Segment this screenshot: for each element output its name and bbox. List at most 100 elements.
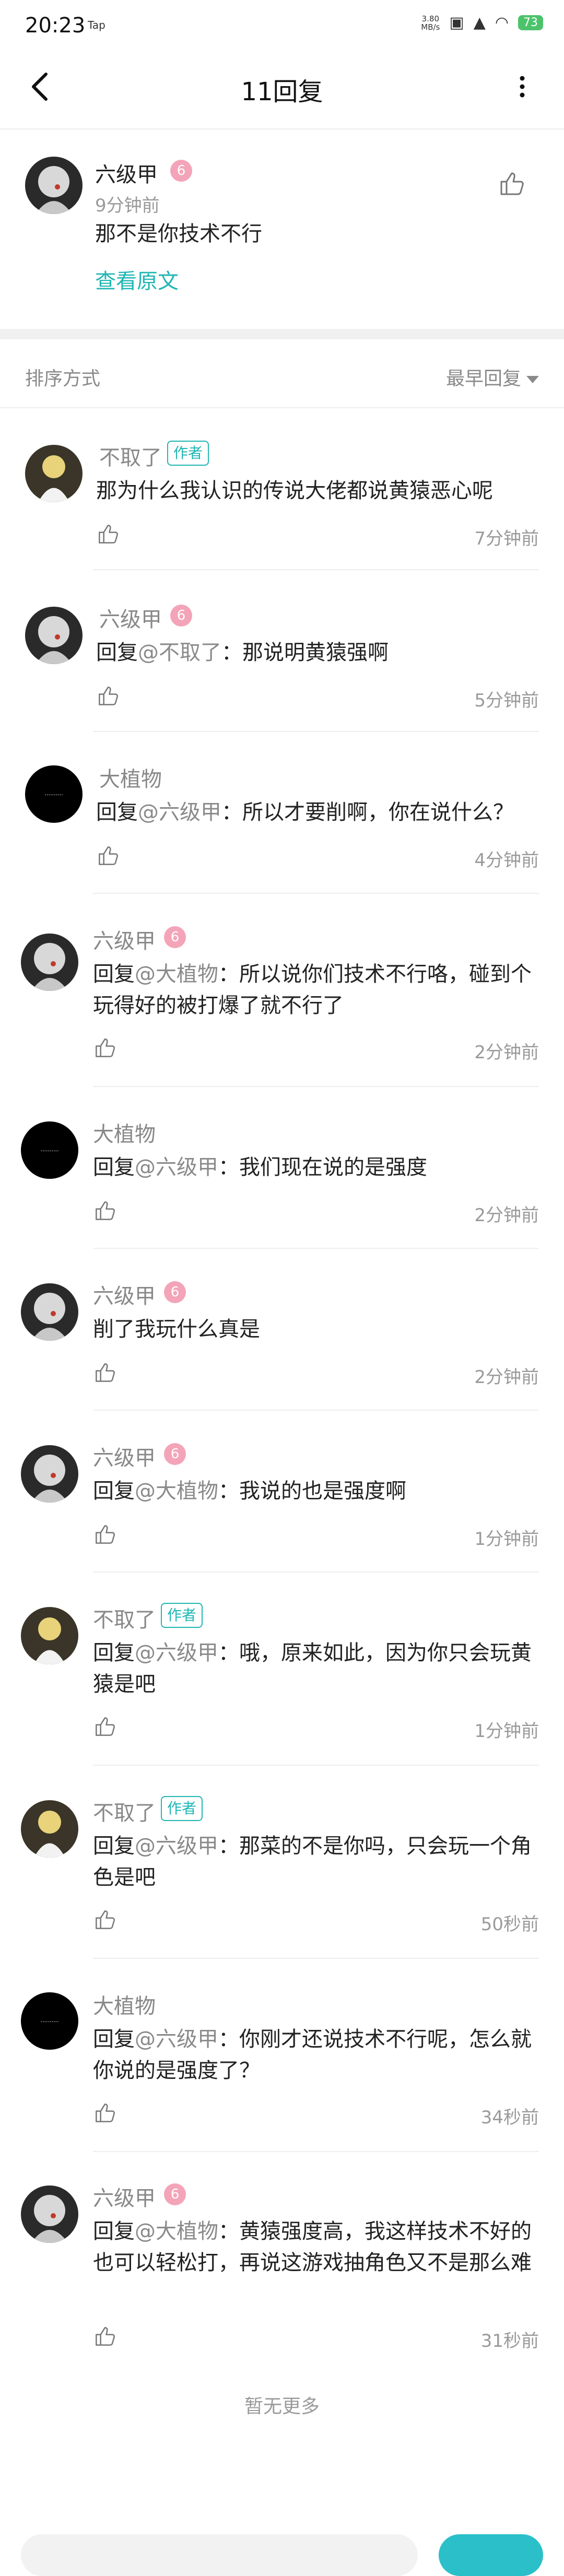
reply-mention[interactable]: @六级甲 bbox=[138, 800, 221, 824]
reply-username[interactable]: 不取了 bbox=[93, 1603, 156, 1633]
avatar[interactable] bbox=[21, 1800, 78, 1858]
like-button[interactable] bbox=[95, 521, 126, 552]
reply-time: 7分钟前 bbox=[474, 528, 539, 549]
bottom-bar bbox=[0, 2527, 564, 2576]
like-button[interactable] bbox=[92, 1521, 123, 1553]
avatar-image bbox=[21, 2185, 78, 2243]
reply-prefix: 回复 bbox=[93, 962, 135, 986]
reply-item: 六级甲 6 回复@不取了：那说明黄猿强啊 5分钟前 bbox=[0, 570, 564, 732]
like-button[interactable] bbox=[95, 683, 126, 714]
avatar[interactable]: ·········· bbox=[25, 765, 83, 823]
reply-mention[interactable]: @大植物 bbox=[135, 962, 218, 986]
avatar-image bbox=[21, 1607, 78, 1664]
reply-time: 34秒前 bbox=[480, 2107, 539, 2128]
avatar[interactable] bbox=[25, 445, 83, 502]
like-button[interactable] bbox=[92, 2323, 123, 2355]
caret-down-icon bbox=[526, 376, 539, 383]
reply-item: 六级甲 6 削了我玩什么真是 2分钟前 bbox=[0, 1249, 564, 1411]
like-button[interactable] bbox=[92, 2100, 123, 2131]
reply-input[interactable] bbox=[21, 2534, 418, 2576]
reply-mention[interactable]: @大植物 bbox=[135, 2219, 218, 2243]
original-post: 六级甲 6 9分钟前 那不是你技术不行 查看原文 bbox=[0, 131, 564, 329]
section-gap bbox=[0, 329, 564, 339]
reply-username[interactable]: 六级甲 bbox=[93, 924, 156, 954]
reply-time: 50秒前 bbox=[480, 1914, 539, 1935]
avatar[interactable]: ·········· bbox=[21, 1121, 78, 1179]
reply-username[interactable]: 六级甲 bbox=[93, 2181, 156, 2212]
op-username[interactable]: 六级甲 bbox=[95, 158, 158, 188]
like-button[interactable] bbox=[95, 843, 126, 874]
sort-label: 排序方式 bbox=[25, 368, 101, 389]
reply-mention[interactable]: @六级甲 bbox=[135, 1834, 218, 1858]
reply-item: 六级甲 6 回复@大植物：我说的也是强度啊 1分钟前 bbox=[0, 1411, 564, 1573]
thumbs-up-icon bbox=[96, 1038, 115, 1057]
reply-body: ：那说明黄猿强啊 bbox=[221, 641, 389, 665]
op-like-button[interactable] bbox=[496, 168, 527, 199]
reply-username[interactable]: 六级甲 bbox=[93, 1279, 156, 1309]
op-time: 9分钟前 bbox=[95, 195, 160, 216]
avatar[interactable] bbox=[21, 2185, 78, 2243]
thumbs-up-icon bbox=[99, 525, 118, 543]
like-button[interactable] bbox=[92, 1360, 123, 1391]
sort-value: 最早回复 bbox=[445, 368, 521, 389]
thumbs-up-icon bbox=[96, 1201, 115, 1220]
reply-mention[interactable]: @大植物 bbox=[135, 1479, 218, 1503]
like-button[interactable] bbox=[92, 1198, 123, 1229]
status-tap: Tap bbox=[88, 19, 105, 31]
reply-mention[interactable]: @六级甲 bbox=[135, 1641, 218, 1665]
signal-icon: ▲ bbox=[473, 14, 486, 32]
avatar[interactable] bbox=[21, 1445, 78, 1503]
reply-text: 回复@六级甲：我们现在说的是强度 bbox=[93, 1152, 537, 1183]
like-button[interactable] bbox=[92, 1907, 123, 1938]
avatar[interactable] bbox=[25, 157, 83, 214]
thumbs-up-icon bbox=[96, 1717, 115, 1736]
thumbs-up-icon bbox=[96, 1363, 115, 1382]
reply-username[interactable]: 不取了 bbox=[93, 1796, 156, 1826]
reply-text: 回复@大植物：所以说你们技术不行咯，碰到个玩得好的被打爆了就不行了 bbox=[93, 959, 537, 1021]
sort-dropdown[interactable]: 最早回复 bbox=[446, 363, 539, 391]
reply-text: 回复@六级甲：你刚才还说技术不行呢，怎么就你说的是强度了？ bbox=[93, 2024, 537, 2086]
avatar[interactable] bbox=[21, 1283, 78, 1341]
reply-mention[interactable]: @六级甲 bbox=[135, 1155, 218, 1179]
battery-level: 73 bbox=[518, 15, 543, 30]
network-speed: 3.80 MB/s bbox=[421, 15, 440, 31]
reply-body: ：所以才要削啊，你在说什么？ bbox=[221, 800, 514, 824]
thumbs-up-icon bbox=[96, 1910, 115, 1929]
avatar[interactable]: ·········· bbox=[21, 1992, 78, 2050]
reply-mention[interactable]: @六级甲 bbox=[135, 2027, 218, 2051]
network-speed-value: 3.80 bbox=[421, 14, 440, 23]
reply-username[interactable]: 六级甲 bbox=[99, 602, 162, 633]
reply-username[interactable]: 大植物 bbox=[93, 1989, 156, 2019]
reply-item: 不取了 作者 回复@六级甲：哦，原来如此，因为你只会玩黄猿是吧 1分钟前 bbox=[0, 1573, 564, 1766]
no-more-label: 暂无更多 bbox=[244, 2396, 320, 2417]
reply-prefix: 回复 bbox=[93, 1479, 135, 1503]
reply-username[interactable]: 大植物 bbox=[93, 1117, 156, 1148]
reply-time: 1分钟前 bbox=[474, 1529, 539, 1550]
reply-item: 不取了 作者 那为什么我认识的传说大佬都说黄猿恶心呢 7分钟前 bbox=[0, 408, 564, 570]
page-title: 11回复 bbox=[241, 77, 323, 107]
status-icons: 3.80 MB/s ▣ ▲ ◠ 73 bbox=[421, 14, 543, 32]
reply-username[interactable]: 六级甲 bbox=[93, 1441, 156, 1471]
send-button[interactable] bbox=[439, 2534, 543, 2576]
avatar[interactable] bbox=[21, 1607, 78, 1664]
reply-item: 六级甲 6 回复@大植物：黄猿强度高，我这样技术不好的也可以轻松打，再说这游戏抽… bbox=[0, 2152, 564, 2371]
reply-prefix: 回复 bbox=[93, 1641, 135, 1665]
like-button[interactable] bbox=[92, 1714, 123, 1745]
reply-time: 5分钟前 bbox=[474, 690, 539, 711]
reply-text: 那为什么我认识的传说大佬都说黄猿恶心呢 bbox=[96, 475, 535, 506]
like-button[interactable] bbox=[92, 1035, 123, 1066]
reply-username[interactable]: 不取了 bbox=[99, 441, 162, 471]
reply-username[interactable]: 大植物 bbox=[99, 762, 162, 793]
avatar[interactable] bbox=[21, 933, 78, 991]
header-divider bbox=[0, 128, 564, 129]
thumbs-up-icon bbox=[96, 2327, 115, 2346]
view-original-link[interactable]: 查看原文 bbox=[95, 264, 179, 294]
reply-item: ·········· 大植物 回复@六级甲：你刚才还说技术不行呢，怎么就你说的是… bbox=[0, 1959, 564, 2152]
reply-text: 回复@六级甲：所以才要削啊，你在说什么？ bbox=[96, 797, 535, 828]
more-button[interactable] bbox=[501, 66, 543, 108]
reply-item: 六级甲 6 回复@大植物：所以说你们技术不行咯，碰到个玩得好的被打爆了就不行了 … bbox=[0, 894, 564, 1087]
reply-mention[interactable]: @不取了 bbox=[138, 641, 221, 665]
reply-body: 削了我玩什么真是 bbox=[93, 1317, 260, 1341]
avatar[interactable] bbox=[25, 607, 83, 664]
sort-row: 排序方式 最早回复 bbox=[0, 339, 564, 407]
